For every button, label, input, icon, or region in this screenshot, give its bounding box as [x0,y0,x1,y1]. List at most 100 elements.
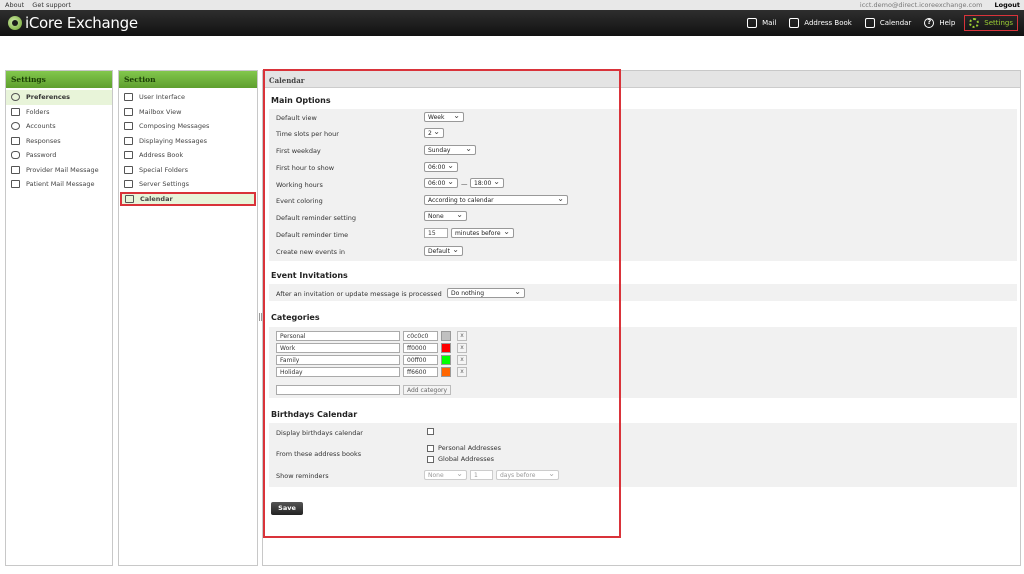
settings-item-label: Password [26,151,57,160]
time-slots-select[interactable]: 2 [424,127,444,138]
delete-category-button[interactable]: x [457,367,467,377]
display-birthdays-checkbox[interactable] [427,428,434,435]
working-hours-separator: — [461,180,468,188]
get-support-link[interactable]: Get support [32,1,71,9]
default-reminder-select[interactable]: None [424,210,467,221]
gear-icon [969,18,980,28]
section-item-server-settings[interactable]: Server Settings [119,177,257,192]
settings-item-label: Folders [26,107,50,116]
category-color-input[interactable]: ff0000 [403,343,438,353]
nav-calendar[interactable]: Calendar [864,18,911,28]
birthdays-band [269,423,1017,487]
personal-addresses-checkbox[interactable] [427,445,434,452]
panel-title: Calendar [263,71,1020,88]
settings-item-password[interactable]: Password [6,148,112,163]
category-name-input[interactable]: Holiday [276,367,400,377]
new-category-input[interactable] [276,385,400,395]
logout-link[interactable]: Logout [995,1,1020,9]
category-name-input[interactable]: Family [276,355,400,365]
settings-item-label: Responses [26,136,61,145]
delete-category-button[interactable]: x [457,343,467,353]
category-color-swatch[interactable] [441,343,451,353]
personal-addresses-label: Personal Addresses [438,444,501,452]
birthday-reminder-count-input[interactable]: 1 [470,470,493,480]
nav-address-book-label: Address Book [804,19,852,27]
category-color-input[interactable]: ff6600 [403,367,438,377]
section-item-special-folders[interactable]: Special Folders [119,163,257,178]
nav-address-book[interactable]: Address Book [789,18,852,28]
section-item-mailbox-view[interactable]: Mailbox View [119,105,257,120]
section-item-label: Server Settings [139,180,190,189]
category-name-input[interactable]: Personal [276,331,400,341]
section-item-composing[interactable]: Composing Messages [119,119,257,134]
section-item-user-interface[interactable]: User Interface [119,90,257,105]
category-color-input[interactable]: 00ff00 [403,355,438,365]
delete-category-button[interactable]: x [457,355,467,365]
section-item-label: Mailbox View [139,107,182,116]
global-addresses-checkbox[interactable] [427,456,434,463]
reminder-time-input[interactable]: 15 [424,228,448,238]
birthday-reminder-select[interactable]: None [424,469,467,480]
nav-help[interactable]: ? Help [924,18,955,28]
section-item-calendar[interactable]: Calendar [120,191,256,206]
show-reminders-label: Show reminders [276,472,329,480]
delete-category-button[interactable]: x [457,331,467,341]
main-options-heading: Main Options [271,96,331,105]
first-hour-label: First hour to show [276,164,335,172]
settings-item-folders[interactable]: Folders [6,105,112,120]
user-email: icct.demo@direct.icoreexchange.com [859,1,983,9]
working-hours-to-select[interactable]: 18:00 [470,177,504,188]
app-header: iCore Exchange Mail Address Book Calenda… [0,10,1024,36]
default-view-select[interactable]: Week [424,111,464,122]
invitation-action-select[interactable]: Do nothing [447,287,525,298]
category-name-input[interactable]: Work [276,343,400,353]
section-item-address-book[interactable]: Address Book [119,148,257,163]
first-weekday-select[interactable]: Sunday [424,144,476,155]
category-color-swatch[interactable] [441,355,451,365]
event-invitations-heading: Event Invitations [271,271,348,280]
settings-item-label: Accounts [26,122,56,131]
nav-mail-label: Mail [762,19,777,27]
save-button[interactable]: Save [271,502,303,515]
settings-item-patient-mail[interactable]: Patient Mail Message [6,177,112,192]
mail-icon [747,18,758,28]
first-hour-select[interactable]: 06:00 [424,161,458,172]
nav-mail[interactable]: Mail [747,18,776,28]
working-hours-from-select[interactable]: 06:00 [424,177,458,188]
monitor-icon [124,93,133,102]
category-color-swatch[interactable] [441,331,451,341]
category-color-swatch[interactable] [441,367,451,377]
settings-item-responses[interactable]: Responses [6,134,112,149]
section-item-label: Special Folders [139,165,188,174]
edit-icon [11,165,20,174]
nav-settings[interactable]: Settings [964,15,1018,31]
table-icon [124,107,133,116]
time-slots-label: Time slots per hour [276,130,339,138]
category-color-input[interactable]: c0c0c0 [403,331,438,341]
about-link[interactable]: About [5,1,24,9]
wrench-icon [11,93,20,102]
settings-item-accounts[interactable]: Accounts [6,119,112,134]
birthdays-heading: Birthdays Calendar [271,410,358,419]
app-logo[interactable]: iCore Exchange [8,14,138,32]
create-events-select[interactable]: Default [424,245,463,256]
birthday-reminder-unit-select[interactable]: days before [496,469,559,480]
add-category-button[interactable]: Add category [403,385,452,395]
logo-icon [8,16,22,30]
top-utility-bar: About Get support icct.demo@direct.icore… [0,0,1024,10]
nav-settings-label: Settings [984,19,1013,27]
invitation-processed-label: After an invitation or update message is… [276,290,442,298]
section-item-label: User Interface [139,93,185,102]
section-item-label: Address Book [139,151,184,160]
reminder-unit-select[interactable]: minutes before [451,227,514,238]
section-item-displaying[interactable]: Displaying Messages [119,134,257,149]
settings-item-provider-mail[interactable]: Provider Mail Message [6,163,112,178]
folder-icon [124,165,133,174]
calendar-icon [125,194,134,203]
calendar-icon [864,18,875,28]
event-coloring-select[interactable]: According to calendar [424,194,568,205]
section-item-label: Calendar [140,194,173,203]
display-birthdays-label: Display birthdays calendar [276,429,363,437]
settings-item-preferences[interactable]: Preferences [6,90,112,105]
edit-icon [11,180,20,189]
